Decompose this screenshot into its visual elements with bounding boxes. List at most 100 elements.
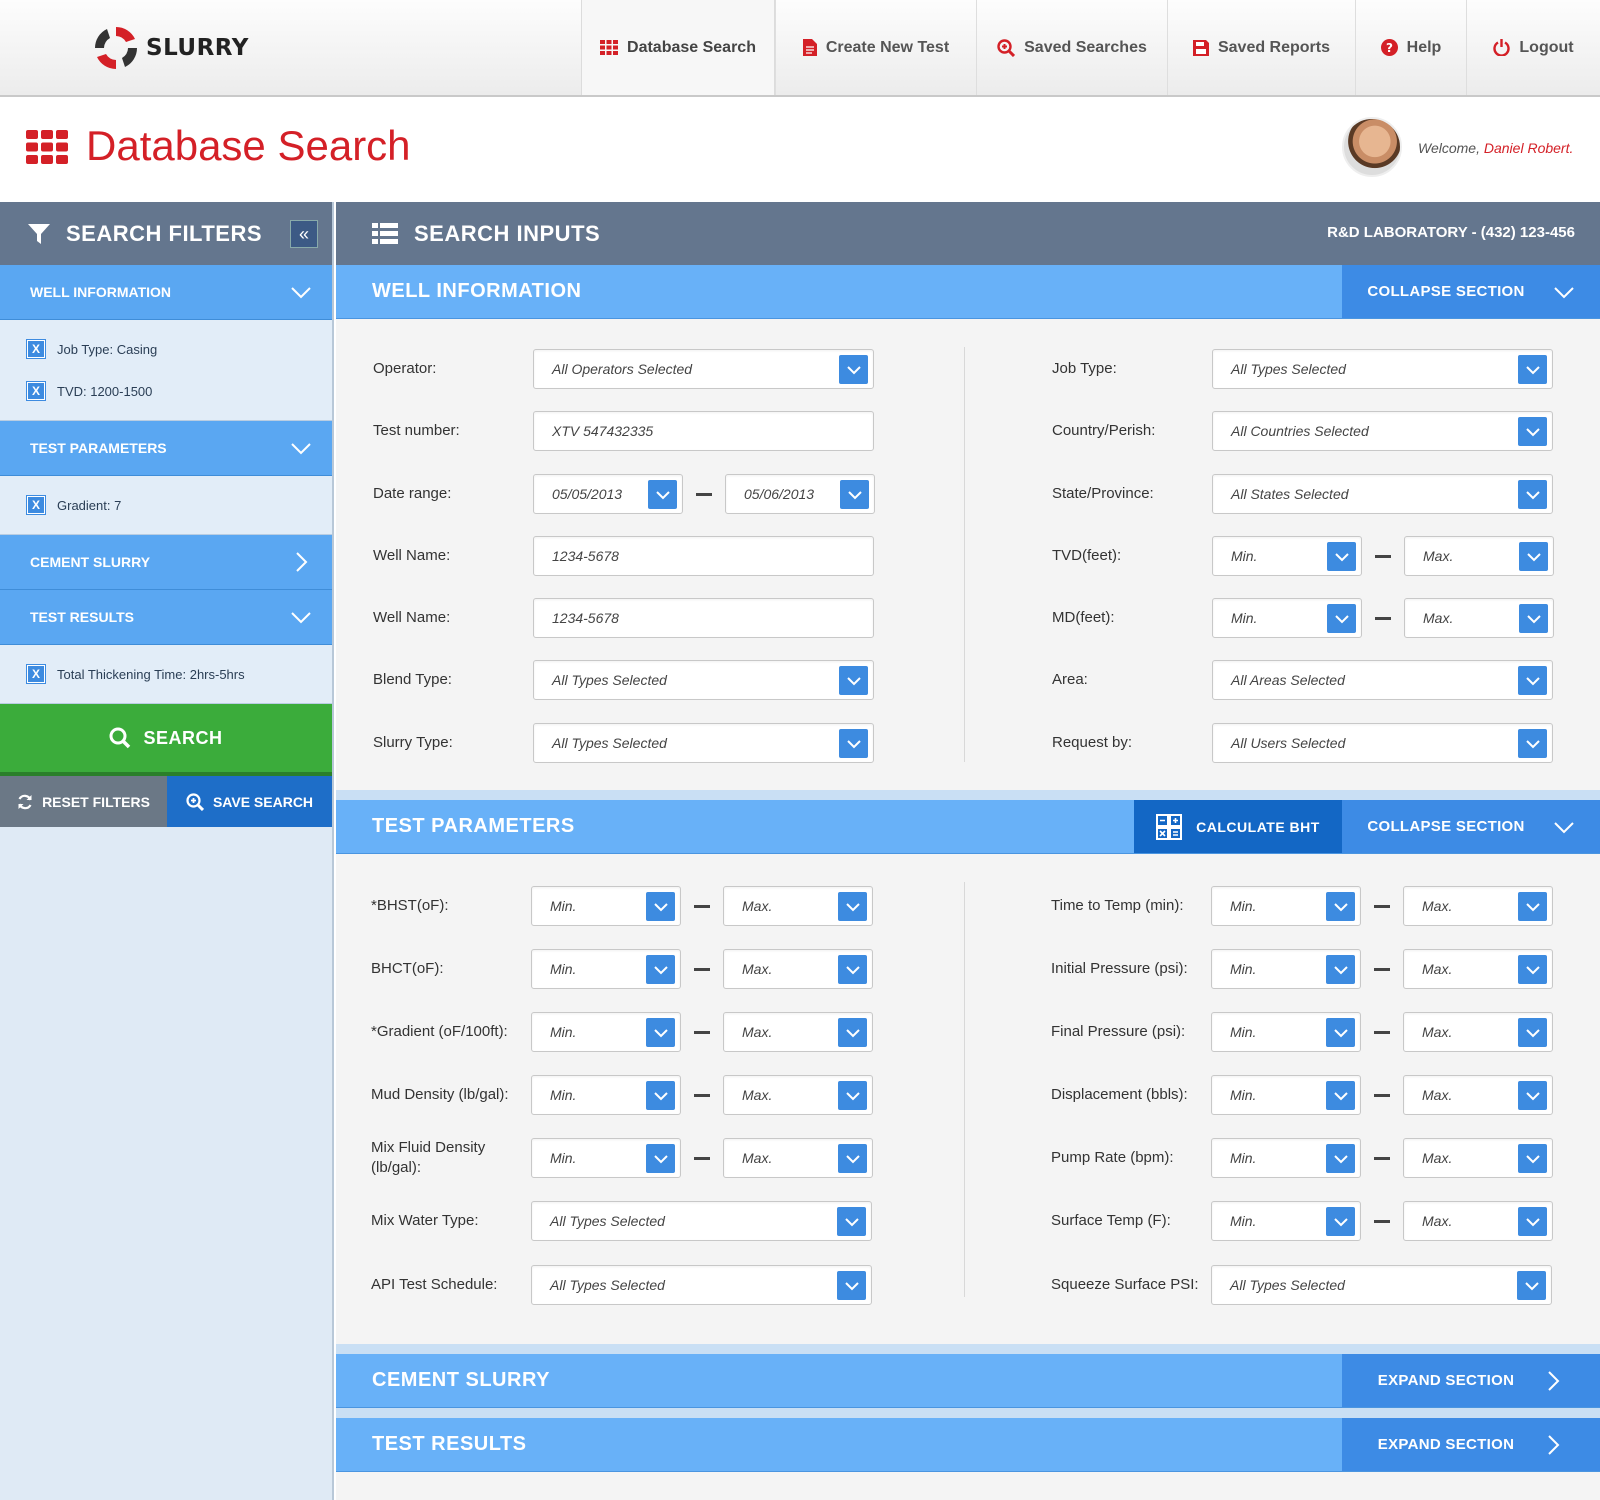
- dropdown-toggle[interactable]: [1518, 666, 1547, 695]
- filter-section-test-results[interactable]: TEST RESULTS: [0, 590, 332, 645]
- collapse-panel-button[interactable]: «: [290, 220, 318, 248]
- dropdown-toggle[interactable]: [646, 955, 675, 984]
- range-min-select[interactable]: 05/05/2013: [533, 474, 683, 514]
- nav-create-new-test[interactable]: Create New Test: [775, 0, 976, 95]
- dropdown-toggle[interactable]: [838, 955, 867, 984]
- reset-filters-button[interactable]: RESET FILTERS: [0, 776, 167, 827]
- dropdown-toggle[interactable]: [1518, 1207, 1547, 1236]
- calculate-bht-button[interactable]: CALCULATE BHT: [1134, 800, 1342, 853]
- test-number-input[interactable]: XTV 547432335: [533, 411, 874, 451]
- dropdown-toggle[interactable]: [1518, 729, 1547, 758]
- nav-help[interactable]: ? Help: [1355, 0, 1466, 95]
- country-perish-select[interactable]: All Countries Selected: [1212, 411, 1553, 451]
- range-min-select[interactable]: Min.: [531, 886, 681, 926]
- dropdown-toggle[interactable]: [646, 1081, 675, 1110]
- dropdown-toggle[interactable]: [1518, 417, 1547, 446]
- range-min-select[interactable]: Min.: [531, 1012, 681, 1052]
- range-min-select[interactable]: Min.: [1212, 598, 1362, 638]
- dropdown-toggle[interactable]: [840, 480, 869, 509]
- range-max-select[interactable]: 05/06/2013: [725, 474, 875, 514]
- filter-section-test-parameters[interactable]: TEST PARAMETERS: [0, 421, 332, 476]
- dropdown-toggle[interactable]: [1327, 542, 1356, 571]
- range-max-select[interactable]: Max.: [723, 1012, 873, 1052]
- request-by-select[interactable]: All Users Selected: [1212, 723, 1553, 763]
- nav-database-search[interactable]: Database Search: [581, 0, 775, 95]
- dropdown-toggle[interactable]: [646, 892, 675, 921]
- dropdown-toggle[interactable]: [837, 1271, 866, 1300]
- dropdown-toggle[interactable]: [837, 1207, 866, 1236]
- dropdown-toggle[interactable]: [1518, 480, 1547, 509]
- range-max-select[interactable]: Max.: [1403, 949, 1553, 989]
- collapse-section-button[interactable]: COLLAPSE SECTION: [1342, 265, 1600, 318]
- range-max-select[interactable]: Max.: [1403, 1075, 1553, 1115]
- operator-select[interactable]: All Operators Selected: [533, 349, 874, 389]
- range-min-select[interactable]: Min.: [1211, 886, 1361, 926]
- range-max-select[interactable]: Max.: [1403, 1012, 1553, 1052]
- dropdown-toggle[interactable]: [1519, 542, 1548, 571]
- dropdown-toggle[interactable]: [1326, 1144, 1355, 1173]
- range-max-select[interactable]: Max.: [723, 1138, 873, 1178]
- blend-type-select[interactable]: All Types Selected: [533, 660, 874, 700]
- remove-filter-button[interactable]: X: [27, 665, 45, 683]
- collapse-section-button[interactable]: COLLAPSE SECTION: [1342, 800, 1600, 853]
- dropdown-toggle[interactable]: [1519, 604, 1548, 633]
- dropdown-toggle[interactable]: [1518, 355, 1547, 384]
- dropdown-toggle[interactable]: [1326, 1207, 1355, 1236]
- avatar[interactable]: [1342, 117, 1402, 177]
- range-max-select[interactable]: Max.: [1403, 1201, 1553, 1241]
- slurry-type-select[interactable]: All Types Selected: [533, 723, 874, 763]
- range-max-select[interactable]: Max.: [723, 949, 873, 989]
- filter-section-well-information[interactable]: WELL INFORMATION: [0, 265, 332, 320]
- range-min-select[interactable]: Min.: [531, 1138, 681, 1178]
- remove-filter-button[interactable]: X: [27, 382, 45, 400]
- dropdown-toggle[interactable]: [838, 1018, 867, 1047]
- dropdown-toggle[interactable]: [838, 1081, 867, 1110]
- range-max-select[interactable]: Max.: [1404, 598, 1554, 638]
- job-type-select[interactable]: All Types Selected: [1212, 349, 1553, 389]
- dropdown-toggle[interactable]: [838, 1144, 867, 1173]
- dropdown-toggle[interactable]: [646, 1018, 675, 1047]
- expand-section-button[interactable]: EXPAND SECTION: [1342, 1418, 1600, 1471]
- save-search-button[interactable]: SAVE SEARCH: [167, 776, 332, 827]
- state-province-select[interactable]: All States Selected: [1212, 474, 1553, 514]
- dropdown-toggle[interactable]: [1518, 892, 1547, 921]
- dropdown-toggle[interactable]: [1326, 892, 1355, 921]
- dropdown-toggle[interactable]: [1326, 1018, 1355, 1047]
- range-min-select[interactable]: Min.: [1212, 536, 1362, 576]
- logo[interactable]: SLURRY: [92, 24, 249, 72]
- remove-filter-button[interactable]: X: [27, 496, 45, 514]
- dropdown-toggle[interactable]: [838, 892, 867, 921]
- range-min-select[interactable]: Min.: [1211, 1075, 1361, 1115]
- dropdown-toggle[interactable]: [1517, 1271, 1546, 1300]
- dropdown-toggle[interactable]: [1518, 1081, 1547, 1110]
- api-test-schedule-select[interactable]: All Types Selected: [531, 1265, 872, 1305]
- nav-logout[interactable]: Logout: [1466, 0, 1600, 95]
- mix-water-type-select[interactable]: All Types Selected: [531, 1201, 872, 1241]
- range-min-select[interactable]: Min.: [531, 949, 681, 989]
- range-min-select[interactable]: Min.: [1211, 1012, 1361, 1052]
- range-min-select[interactable]: Min.: [1211, 949, 1361, 989]
- dropdown-toggle[interactable]: [1518, 1018, 1547, 1047]
- range-max-select[interactable]: Max.: [1403, 1138, 1553, 1178]
- user-name[interactable]: Daniel Robert.: [1484, 140, 1574, 156]
- dropdown-toggle[interactable]: [646, 1144, 675, 1173]
- dropdown-toggle[interactable]: [1326, 955, 1355, 984]
- expand-section-button[interactable]: EXPAND SECTION: [1342, 1354, 1600, 1407]
- nav-saved-reports[interactable]: Saved Reports: [1167, 0, 1355, 95]
- squeeze-surface-psi-select[interactable]: All Types Selected: [1211, 1265, 1552, 1305]
- dropdown-toggle[interactable]: [1518, 1144, 1547, 1173]
- well-name-input[interactable]: 1234-5678: [533, 536, 874, 576]
- dropdown-toggle[interactable]: [1326, 1081, 1355, 1110]
- range-min-select[interactable]: Min.: [1211, 1201, 1361, 1241]
- filter-section-cement-slurry[interactable]: CEMENT SLURRY: [0, 535, 332, 590]
- dropdown-toggle[interactable]: [839, 729, 868, 758]
- search-button[interactable]: SEARCH: [0, 704, 332, 772]
- dropdown-toggle[interactable]: [1518, 955, 1547, 984]
- range-max-select[interactable]: Max.: [1404, 536, 1554, 576]
- dropdown-toggle[interactable]: [839, 355, 868, 384]
- range-max-select[interactable]: Max.: [1403, 886, 1553, 926]
- range-max-select[interactable]: Max.: [723, 886, 873, 926]
- nav-saved-searches[interactable]: Saved Searches: [976, 0, 1167, 95]
- dropdown-toggle[interactable]: [839, 666, 868, 695]
- range-max-select[interactable]: Max.: [723, 1075, 873, 1115]
